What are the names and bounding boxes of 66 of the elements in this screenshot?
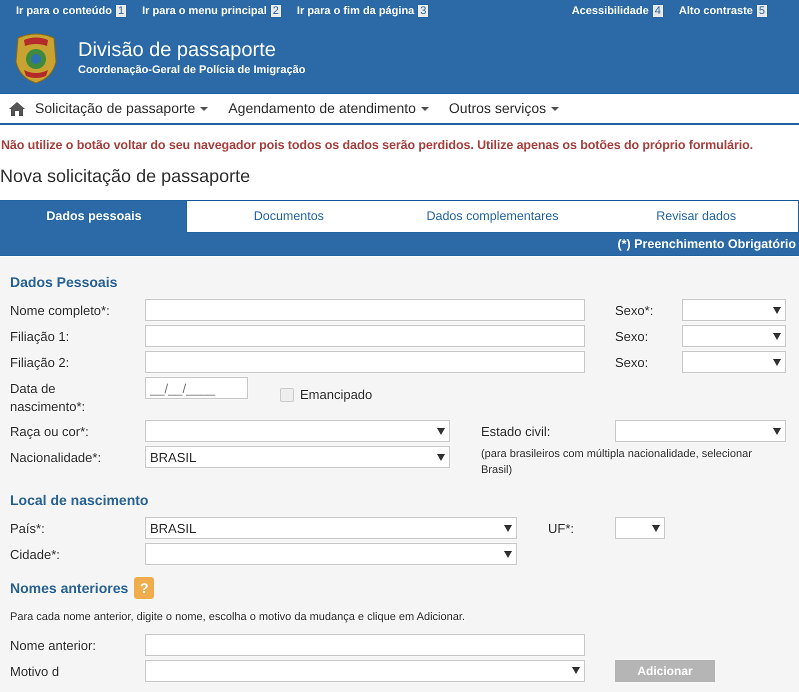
section-heading: Dados Pessoais: [10, 273, 118, 292]
dropdown-arrow-icon: [652, 524, 660, 532]
select-field[interactable]: [682, 325, 786, 348]
select-field[interactable]: [682, 351, 786, 374]
nav-menu-link[interactable]: Agendamento de atendimento: [218, 98, 439, 119]
dropdown-arrow-icon: [773, 332, 781, 340]
dropdown-arrow-icon: [572, 667, 580, 674]
field-label: Raça ou cor*:: [10, 423, 90, 442]
page-title: Nova solicitação de passaporte: [0, 164, 252, 188]
skip-link[interactable]: Acessibilidade 4: [572, 2, 663, 20]
field-label: Filiação 2:: [10, 354, 70, 372]
text-field[interactable]: [145, 351, 585, 374]
select-field[interactable]: [615, 420, 786, 442]
text-field[interactable]: __/__/____: [145, 377, 248, 400]
skip-link[interactable]: Alto contraste 5: [678, 2, 767, 20]
field-label: Cidade*:: [10, 546, 61, 564]
field-label: Nacionalidade*:: [10, 449, 102, 468]
section-heading: Nomes anteriores: [10, 578, 128, 598]
checkbox-label: Emancipado: [300, 386, 372, 404]
field-label: País*:: [10, 520, 46, 538]
caret-icon: [200, 106, 208, 110]
text-field[interactable]: [145, 299, 585, 322]
select-field[interactable]: [682, 299, 786, 322]
select-field[interactable]: BRASIL: [145, 517, 517, 540]
dropdown-arrow-icon: [773, 358, 781, 366]
step-tab[interactable]: Dados pessoais: [1, 200, 187, 232]
select-field[interactable]: [145, 543, 517, 566]
police-badge-logo: [14, 32, 58, 84]
dropdown-arrow-icon: [504, 550, 512, 558]
field-label: Sexo*:: [615, 302, 654, 320]
field-label: Filiação 1:: [10, 328, 70, 346]
instructions-text: Para cada nome anterior, digite o nome, escolha o motivo da mudança e clique em Adicionar.: [10, 610, 466, 626]
field-label: Estado civil:: [481, 423, 552, 442]
field-label: UF*:: [548, 520, 575, 538]
section-heading: Local de nascimento: [10, 491, 148, 510]
dropdown-arrow-icon: [437, 454, 445, 461]
caret-icon: [420, 106, 429, 110]
field-label: Data de nascimento*:: [10, 380, 86, 416]
site-subtitle: Coordenação-Geral de Polícia de Imigração: [78, 62, 306, 78]
skip-link[interactable]: Ir para o conteúdo 1: [16, 2, 126, 20]
skip-link[interactable]: Ir para o menu principal 2: [142, 2, 281, 20]
field-label: Nome anterior:: [10, 636, 97, 655]
select-field[interactable]: [145, 660, 585, 682]
field-label: Sexo:: [615, 354, 650, 372]
select-field[interactable]: BRASIL: [145, 446, 450, 468]
skip-link[interactable]: Ir para o fim da página 3: [296, 2, 428, 20]
select-field[interactable]: [615, 517, 665, 540]
text-field[interactable]: [145, 325, 585, 348]
caret-icon: [551, 106, 560, 110]
dropdown-arrow-icon: [504, 524, 512, 532]
required-fields-note: (*) Preenchimento Obrigatório: [0, 232, 799, 256]
dropdown-arrow-icon: [773, 306, 781, 314]
field-label: Nome completo*:: [10, 302, 111, 320]
nav-menu-link[interactable]: Outros serviços: [438, 98, 570, 119]
hint-text: (para brasileiros com múltipla nacionalidade, selecionar Brasil): [481, 447, 753, 478]
field-label: Sexo:: [615, 328, 650, 346]
dropdown-arrow-icon: [773, 428, 781, 435]
dropdown-arrow-icon: [437, 428, 445, 435]
checkbox[interactable]: [280, 388, 294, 402]
field-label: Motivo d: [10, 662, 60, 681]
text-field[interactable]: [145, 634, 585, 656]
nav-menu-link[interactable]: Solicitação de passaporte: [25, 98, 218, 119]
site-title: Divisão de passaporte: [78, 38, 277, 62]
home-icon[interactable]: [9, 102, 25, 116]
select-field[interactable]: [145, 420, 450, 442]
warning-message: Não utilize o botão voltar do seu navegador pois todos os dados serão perdidos. Utilize apenas os botões do próprio formulário.: [1, 137, 754, 154]
